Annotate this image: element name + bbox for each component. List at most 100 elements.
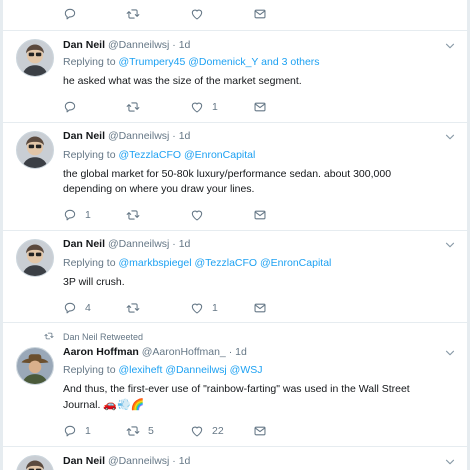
display-name[interactable]: Dan Neil [63,39,105,51]
timestamp[interactable]: 1d [179,455,191,467]
user-handle[interactable]: @Danneilwsj [108,455,169,467]
reply-icon [63,100,77,114]
retweet-button[interactable] [126,99,148,115]
reply-count: 1 [85,425,91,437]
chevron-down-icon [443,44,457,56]
user-handle[interactable]: @Danneilwsj [108,238,169,250]
avatar[interactable] [16,39,54,77]
tweet-retweeted[interactable]: Dan Neil Retweeted Aaron Hoffman @AaronH… [3,323,467,447]
tweet-header: Dan Neil @Danneilwsj · 1d [63,39,190,51]
mention-link[interactable]: @markbspiegel [118,257,191,269]
display-name[interactable]: Dan Neil [63,130,105,142]
mention-link[interactable]: @EnronCapital [260,257,331,269]
tweet-text: he asked what was the size of the market… [63,75,302,87]
retweet-small-icon [43,331,63,343]
replying-to: Replying to @Trumpery45 @Domenick_Y and … [63,56,320,68]
heart-icon [190,301,204,315]
tweet[interactable]: Dan Neil @Danneilwsj · 1d Replying to @T… [3,31,467,123]
dm-button[interactable] [253,6,267,22]
like-button[interactable] [190,207,212,223]
timeline: Dan Neil @Danneilwsj · 1d Replying to @T… [2,0,468,470]
like-button[interactable] [190,6,204,22]
retweet-button[interactable] [126,207,148,223]
reply-button[interactable]: 1 [63,207,91,223]
tweet-actions: 1 [63,207,323,223]
reply-icon [63,301,77,315]
timestamp[interactable]: 1d [235,346,247,358]
separator-dot: · [172,39,176,51]
reply-icon [63,424,77,438]
display-name[interactable]: Dan Neil [63,455,105,467]
retweet-icon [126,208,140,222]
chevron-down-icon [443,351,457,363]
display-name[interactable]: Aaron Hoffman [63,346,139,358]
mention-link[interactable]: @Domenick_Y [188,56,258,68]
retweet-context-label[interactable]: Dan Neil Retweeted [63,332,143,342]
dm-button[interactable] [253,99,267,115]
separator-dot: · [172,455,176,467]
envelope-icon [253,301,267,315]
chevron-down-icon [443,460,457,470]
timestamp[interactable]: 1d [179,39,191,51]
dm-button[interactable] [253,207,267,223]
others-link[interactable]: and 3 others [261,56,319,68]
tweet[interactable]: Dan Neil @Danneilwsj · 1d Replying to @m… [3,231,467,323]
timestamp[interactable]: 1d [179,130,191,142]
tweet-actions: 1 [63,99,323,115]
mention-link[interactable]: @Trumpery45 [118,56,185,68]
heart-icon [190,208,204,222]
tweet-actions: 1 5 22 [63,423,323,439]
retweet-button[interactable]: 5 [126,423,154,439]
tweet-text: And thus, the first-ever use of "rainbow… [63,382,423,413]
heart-icon [190,100,204,114]
replying-to: Replying to @lexiheft @Danneilwsj @WSJ [63,364,263,376]
retweet-button[interactable] [126,6,140,22]
like-button[interactable]: 1 [190,99,218,115]
more-button[interactable] [443,238,457,252]
retweet-icon [126,301,140,315]
mention-link[interactable]: @Danneilwsj [165,364,226,376]
reply-button[interactable]: 1 [63,423,91,439]
replying-to: Replying to @markbspiegel @TezzlaCFO @En… [63,257,331,269]
replying-label: Replying to [63,56,116,68]
tweet-actions: 4 1 [63,300,323,316]
envelope-icon [253,424,267,438]
reply-button[interactable] [63,99,85,115]
reply-button[interactable]: 4 [63,300,91,316]
mention-link[interactable]: @TezzlaCFO [118,149,181,161]
more-button[interactable] [443,39,457,53]
tweet-header: Dan Neil @Danneilwsj · 1d [63,455,190,467]
mention-link[interactable]: @TezzlaCFO [194,257,257,269]
mention-link[interactable]: @EnronCapital [184,149,255,161]
reply-icon [63,208,77,222]
avatar[interactable] [16,239,54,277]
like-count: 22 [212,425,224,437]
reply-button[interactable] [63,6,77,22]
tweet[interactable]: Dan Neil @Danneilwsj · 1d Replying to @T… [3,123,467,231]
envelope-icon [253,208,267,222]
retweet-button[interactable] [126,300,148,316]
more-button[interactable] [443,455,457,469]
dm-button[interactable] [253,423,267,439]
like-button[interactable]: 22 [190,423,224,439]
avatar[interactable] [16,347,54,385]
user-handle[interactable]: @Danneilwsj [108,39,169,51]
display-name[interactable]: Dan Neil [63,238,105,250]
tweet[interactable]: Dan Neil @Danneilwsj · 1d [3,447,467,470]
mention-link[interactable]: @lexiheft [118,364,162,376]
user-handle[interactable]: @AaronHoffman_ [142,346,226,358]
like-count: 1 [212,101,218,113]
tweet-text: 3P will crush. [63,276,125,288]
dm-button[interactable] [253,300,267,316]
more-button[interactable] [443,130,457,144]
like-button[interactable]: 1 [190,300,218,316]
more-button[interactable] [443,346,457,360]
mention-link[interactable]: @WSJ [230,364,263,376]
tweet-header: Aaron Hoffman @AaronHoffman_ · 1d [63,346,247,358]
envelope-icon [253,100,267,114]
avatar[interactable] [16,131,54,169]
reply-icon [63,7,77,21]
user-handle[interactable]: @Danneilwsj [108,130,169,142]
avatar[interactable] [16,455,54,470]
timestamp[interactable]: 1d [179,238,191,250]
